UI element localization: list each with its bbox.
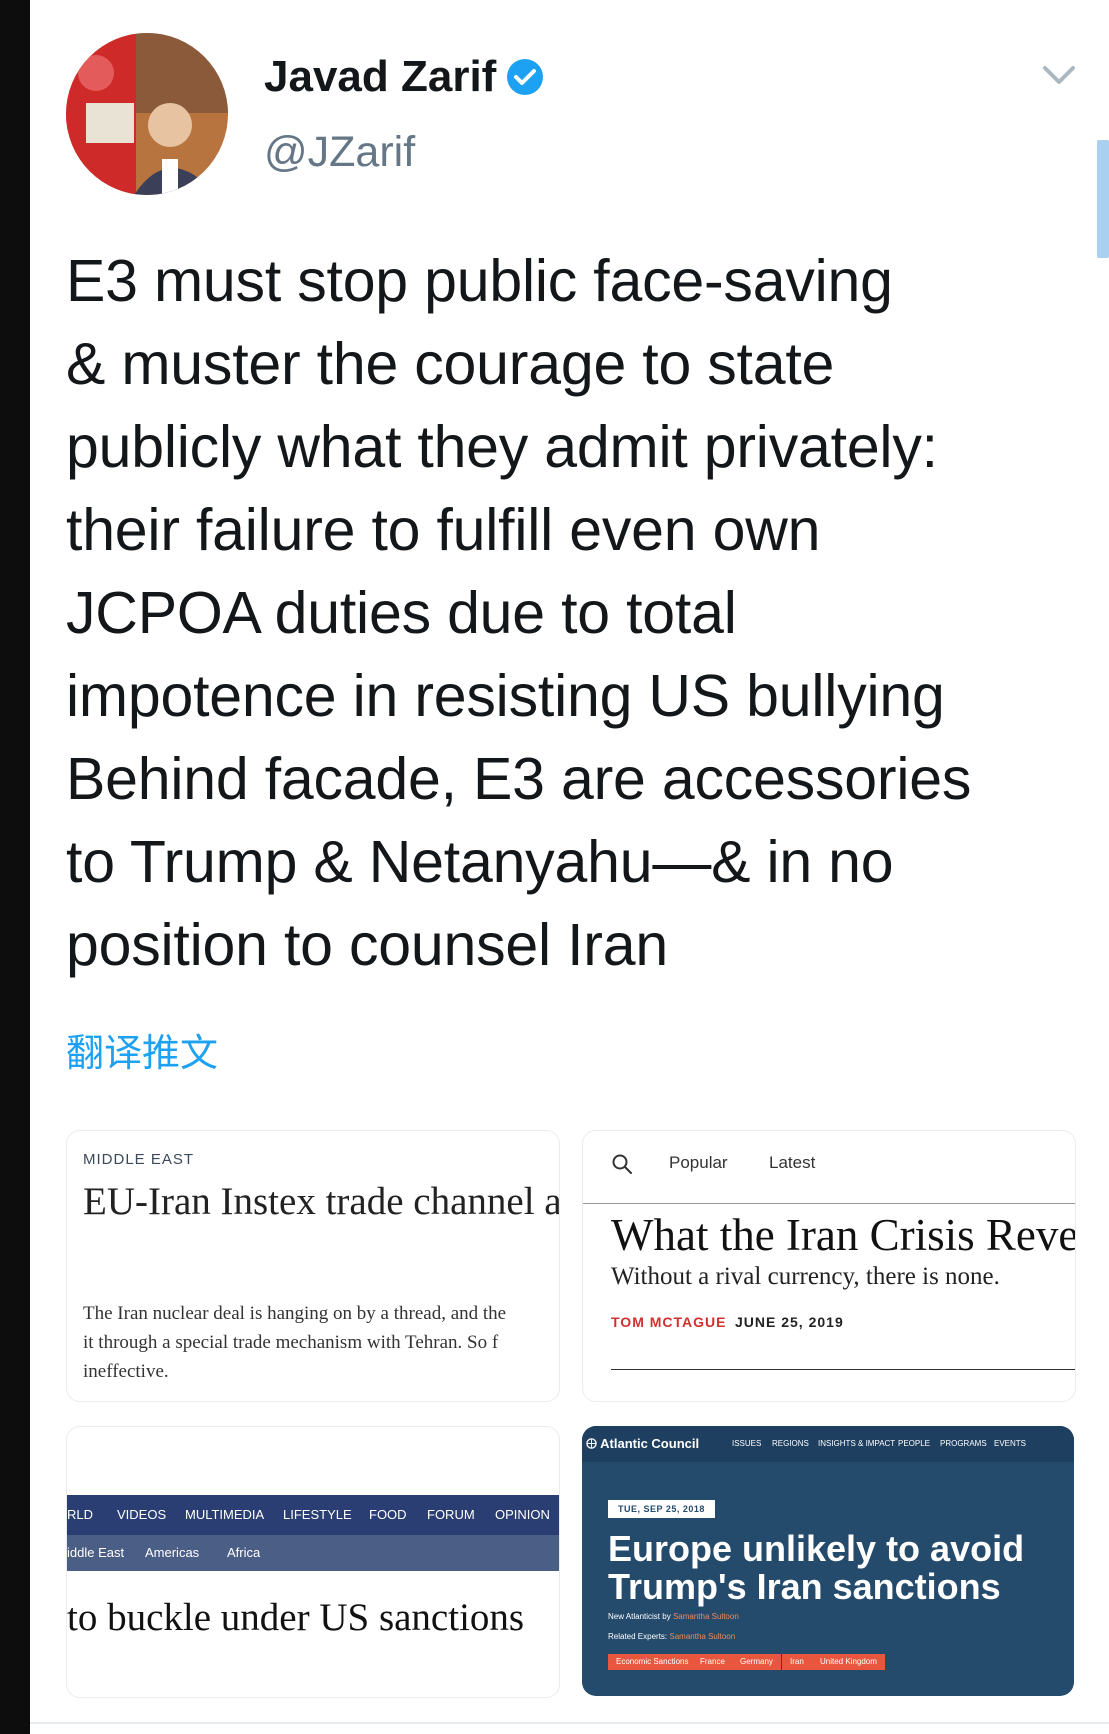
nav-item: REGIONS	[772, 1439, 809, 1448]
byline-label: New Atlanticist by	[608, 1612, 671, 1621]
topic-tag: Iran	[782, 1654, 812, 1670]
nav-item: RLD	[67, 1507, 94, 1522]
card-headline: to buckle under US sanctions	[67, 1596, 525, 1639]
site-subnav-bar: iddle East Americas Africa	[67, 1535, 559, 1571]
nav-item: FOOD	[369, 1507, 407, 1522]
nav-popular: Popular	[669, 1153, 728, 1172]
media-card-instex[interactable]: MIDDLE EAST EU-Iran Instex trade channel…	[66, 1130, 560, 1402]
related-experts-name: Samantha Sultoon	[669, 1632, 736, 1641]
subnav-item: Africa	[227, 1545, 261, 1560]
nav-item: OPINION	[495, 1507, 550, 1522]
verified-badge-icon	[507, 59, 543, 95]
site-logo-text: Atlantic Council	[600, 1436, 700, 1451]
nav-item: LIFESTYLE	[283, 1507, 352, 1522]
media-card-atlantic-council[interactable]: Atlantic Council ISSUES REGIONS INSIGHTS…	[582, 1426, 1074, 1696]
card-subhead: Without a rival currency, there is none.	[611, 1263, 1000, 1290]
nav-item: INSIGHTS & IMPACT	[818, 1439, 896, 1448]
card-author: TOM MCTAGUE	[611, 1314, 727, 1330]
left-edge-bar	[0, 0, 30, 1734]
nav-item: PEOPLE	[898, 1439, 931, 1448]
site-header: Atlantic Council ISSUES REGIONS INSIGHTS…	[582, 1426, 1074, 1462]
topic-tag: France	[692, 1654, 733, 1670]
card-category: MIDDLE EAST	[83, 1151, 195, 1168]
user-name[interactable]: Javad Zarif	[264, 52, 496, 102]
topic-tag: Economic Sanctions	[608, 1654, 697, 1670]
nav-item: EVENTS	[994, 1439, 1027, 1448]
nav-latest: Latest	[769, 1153, 816, 1172]
subnav-item: Americas	[145, 1545, 200, 1560]
related-experts: Related Experts: Samantha Sultoon	[608, 1632, 735, 1641]
nav-item: MULTIMEDIA	[185, 1507, 265, 1522]
divider	[30, 1722, 1109, 1724]
topic-tag: Germany	[732, 1654, 781, 1670]
tweet-text: E3 must stop public face-saving & muster…	[66, 248, 972, 978]
card-headline: Europe unlikely to avoid Trump's Iran sa…	[608, 1528, 1025, 1607]
topic-tag: United Kingdom	[812, 1654, 885, 1670]
translate-tweet-link[interactable]: 翻译推文	[66, 1022, 218, 1077]
nav-item: PROGRAMS	[940, 1439, 987, 1448]
nav-item: ISSUES	[732, 1439, 762, 1448]
scroll-indicator[interactable]	[1097, 140, 1109, 258]
nav-item: FORUM	[427, 1507, 475, 1522]
card-headline: EU-Iran Instex trade channel a dream	[83, 1180, 560, 1223]
media-card-iran-crisis[interactable]: Popular Latest What the Iran Crisis Reve…	[582, 1130, 1076, 1402]
chevron-down-icon[interactable]	[1042, 62, 1076, 88]
site-logo: Atlantic Council	[586, 1436, 699, 1451]
card-headline: What the Iran Crisis Reveals	[611, 1210, 1075, 1260]
subnav-item: iddle East	[67, 1545, 125, 1560]
search-icon	[612, 1154, 632, 1174]
avatar[interactable]	[66, 33, 228, 195]
nav-item: VIDEOS	[117, 1507, 167, 1522]
site-nav-bar: RLD VIDEOS MULTIMEDIA LIFESTYLE FOOD FOR…	[67, 1495, 559, 1535]
user-handle[interactable]: @JZarif	[264, 128, 415, 177]
globe-icon	[586, 1438, 597, 1449]
media-card-sanctions[interactable]: RLD VIDEOS MULTIMEDIA LIFESTYLE FOOD FOR…	[66, 1426, 560, 1698]
article-byline: New Atlanticist by Samantha Sultoon	[608, 1612, 739, 1621]
related-experts-label: Related Experts:	[608, 1632, 668, 1641]
card-date: JUNE 25, 2019	[735, 1314, 844, 1330]
divider	[583, 1203, 1075, 1204]
article-date: TUE, SEP 25, 2018	[608, 1500, 715, 1518]
divider	[611, 1369, 1075, 1370]
card-body: The Iran nuclear deal is hanging on by a…	[83, 1303, 507, 1382]
byline-author: Samantha Sultoon	[672, 1612, 739, 1621]
